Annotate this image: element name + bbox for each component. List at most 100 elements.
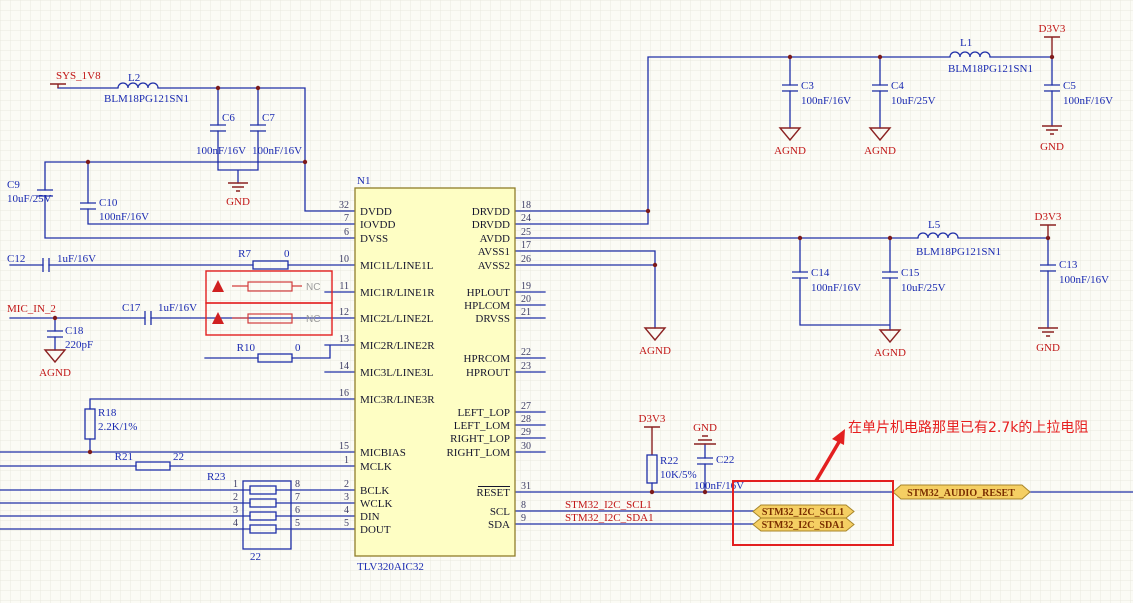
value: BLM18PG121SN1: [916, 246, 1001, 258]
port-label: STM32_AUDIO_RESET: [907, 488, 1015, 499]
pin-number: 29: [521, 427, 531, 438]
designator: L2: [128, 72, 140, 84]
network-pin-number: 2: [233, 492, 238, 503]
net-label-sys1v8: SYS_1V8: [56, 70, 101, 82]
pin-name: DIN: [360, 511, 380, 523]
port-label: STM32_I2C_SCL1: [762, 507, 844, 518]
pin-name: DRVSS: [475, 313, 510, 325]
pin-name: MIC2L/LINE2L: [360, 313, 434, 325]
pin-name: AVSS1: [478, 246, 510, 258]
pin-number: 15: [339, 441, 349, 452]
pin-name: DRVDD: [472, 206, 510, 218]
designator: R23: [207, 471, 226, 483]
pin-name: SDA: [488, 519, 510, 531]
schematic-canvas: N1 TLV320AIC32 32 7 6 10 11 12 13 14 16 …: [0, 0, 1133, 603]
pin-number: 16: [339, 388, 349, 399]
ic-tlv320aic32[interactable]: N1 TLV320AIC32 32 7 6 10 11 12 13 14 16 …: [339, 175, 531, 573]
pin-number: 2: [344, 479, 349, 490]
value: 100nF/16V: [1063, 95, 1113, 107]
designator: L1: [960, 37, 972, 49]
pin-name: MIC1R/LINE1R: [360, 287, 435, 299]
net-label-i2c-scl[interactable]: STM32_I2C_SCL1: [565, 499, 652, 511]
value: 10uF/25V: [7, 193, 52, 205]
pin-name: RIGHT_LOM: [446, 447, 510, 459]
net-label-agnd: AGND: [864, 145, 896, 157]
net-label-agnd: AGND: [774, 145, 806, 157]
value: 0: [295, 342, 301, 354]
designator: C17: [122, 302, 141, 314]
network-pin-number: 6: [295, 505, 300, 516]
pin-number: 18: [521, 200, 531, 211]
pin-number: 6: [344, 227, 349, 238]
value: 100nF/16V: [196, 145, 246, 157]
pin-name: DRVDD: [472, 219, 510, 231]
pin-number: 10: [339, 254, 349, 265]
pin-number: 26: [521, 254, 531, 265]
designator: C9: [7, 179, 20, 191]
pin-number: 31: [521, 481, 531, 492]
designator: C4: [891, 80, 904, 92]
net-label-d3v3: D3V3: [1039, 23, 1066, 35]
net-label-gnd: GND: [226, 196, 250, 208]
designator: C5: [1063, 80, 1076, 92]
pin-name: HPROUT: [466, 367, 510, 379]
pin-number: 9: [521, 513, 526, 524]
net-label-agnd: AGND: [639, 345, 671, 357]
pin-number: 14: [339, 361, 349, 372]
value: 10uF/25V: [891, 95, 936, 107]
designator: C18: [65, 325, 84, 337]
net-label-d3v3: D3V3: [1035, 211, 1062, 223]
pin-name: HPLCOM: [464, 300, 510, 312]
pin-number: 1: [344, 455, 349, 466]
network-pin-number: 8: [295, 479, 300, 490]
pin-number: 4: [344, 505, 349, 516]
value: 1uF/16V: [158, 302, 197, 314]
pin-name: DOUT: [360, 524, 391, 536]
designator: C14: [811, 267, 830, 279]
designator: C10: [99, 197, 118, 209]
value: 2.2K/1%: [98, 421, 137, 433]
pin-number: 12: [339, 307, 349, 318]
value: 0: [284, 248, 290, 260]
value: 22: [250, 551, 261, 563]
designator: R21: [115, 451, 133, 463]
net-label-agnd: AGND: [39, 367, 71, 379]
network-pin-number: 7: [295, 492, 300, 503]
pin-number: 3: [344, 492, 349, 503]
pin-number: 20: [521, 294, 531, 305]
pin-name: MIC1L/LINE1L: [360, 260, 434, 272]
annotation-note: 在单片机电路那里已有2.7k的上拉电阻: [848, 420, 1088, 436]
pin-name: DVDD: [360, 206, 392, 218]
nc-label: NC: [306, 314, 320, 325]
port-stm32-audio-reset[interactable]: STM32_AUDIO_RESET: [892, 484, 1031, 500]
pin-number: 25: [521, 227, 531, 238]
designator: R18: [98, 407, 117, 419]
designator: C3: [801, 80, 814, 92]
value: 220pF: [65, 339, 93, 351]
pin-name: WCLK: [360, 498, 392, 510]
designator: C7: [262, 112, 275, 124]
net-label-d3v3: D3V3: [639, 413, 666, 425]
network-pin-number: 5: [295, 518, 300, 529]
port-stm32-i2c-scl1[interactable]: STM32_I2C_SCL1: [752, 504, 855, 519]
net-label-mic-in-2[interactable]: MIC_IN_2: [7, 303, 56, 315]
ic-designator: N1: [357, 175, 370, 187]
designator: C22: [716, 454, 734, 466]
net-label-i2c-sda[interactable]: STM32_I2C_SDA1: [565, 512, 654, 524]
pin-name: LEFT_LOP: [457, 407, 510, 419]
pin-number: 28: [521, 414, 531, 425]
value: BLM18PG121SN1: [104, 93, 189, 105]
net-label-agnd: AGND: [874, 347, 906, 359]
value: 100nF/16V: [811, 282, 861, 294]
pin-name: IOVDD: [360, 219, 395, 231]
pin-name: HPRCOM: [464, 353, 511, 365]
port-stm32-i2c-sda1[interactable]: STM32_I2C_SDA1: [752, 517, 855, 532]
pin-name: MIC3R/LINE3R: [360, 394, 435, 406]
net-label-gnd: GND: [1036, 342, 1060, 354]
designator: R22: [660, 455, 678, 467]
value: 100nF/16V: [99, 211, 149, 223]
network-pin-number: 4: [233, 518, 238, 529]
pin-name: LEFT_LOM: [454, 420, 510, 432]
pin-number: 7: [344, 213, 349, 224]
pin-name: HPLOUT: [467, 287, 511, 299]
